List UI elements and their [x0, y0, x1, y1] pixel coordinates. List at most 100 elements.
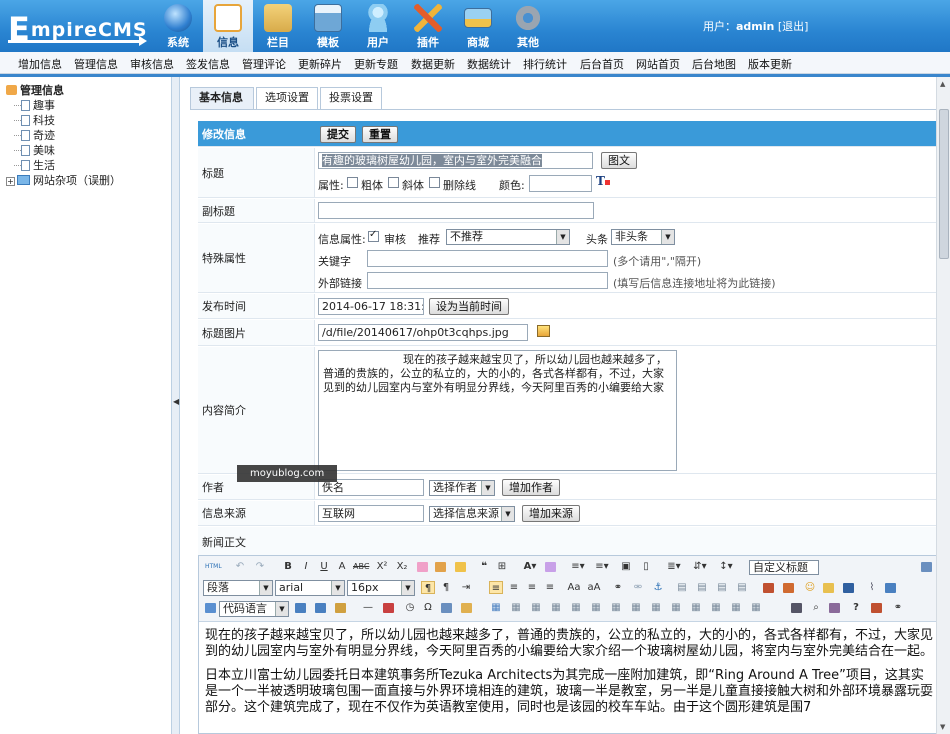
- submit-button[interactable]: 提交: [320, 126, 356, 143]
- audit-checkbox[interactable]: [368, 229, 379, 242]
- redo-icon[interactable]: ↷: [253, 560, 267, 573]
- tree-item[interactable]: 生活: [6, 158, 121, 173]
- underline-icon[interactable]: U: [317, 560, 331, 573]
- template-icon[interactable]: [295, 603, 306, 613]
- subnav-item[interactable]: 签发信息: [186, 56, 230, 72]
- split-cells-icon[interactable]: ▦: [689, 601, 703, 614]
- blockquote-icon[interactable]: ❝: [477, 560, 491, 573]
- vertical-scrollbar[interactable]: ▲ ▼: [936, 77, 950, 734]
- strike-checkbox[interactable]: [429, 177, 440, 188]
- align-left-icon[interactable]: ≡: [489, 581, 503, 594]
- bold-icon[interactable]: B: [281, 560, 295, 573]
- table-props-icon[interactable]: ▦: [749, 601, 763, 614]
- line-height-icon[interactable]: ↕▾: [719, 560, 733, 573]
- superscript-icon[interactable]: X²: [375, 560, 389, 573]
- split-cols-icon[interactable]: ▦: [729, 601, 743, 614]
- subnav-item[interactable]: 后台首页: [580, 56, 624, 72]
- pic-input[interactable]: /d/file/20140617/ohp0t3cqhps.jpg: [318, 324, 528, 341]
- scroll-up-icon[interactable]: ▲: [940, 80, 945, 88]
- author-select[interactable]: 选择作者 ▼: [429, 480, 495, 496]
- tree-item[interactable]: 奇迹: [6, 128, 121, 143]
- scroll-thumb[interactable]: [939, 109, 949, 259]
- insert-col-icon[interactable]: ▦: [589, 601, 603, 614]
- help-icon[interactable]: ?: [849, 601, 863, 614]
- tab-basic[interactable]: 基本信息: [190, 87, 254, 109]
- expand-icon[interactable]: +: [6, 177, 15, 186]
- tab-vote[interactable]: 投票设置: [320, 87, 382, 109]
- multi-image-icon[interactable]: [783, 583, 794, 593]
- set-current-time-button[interactable]: 设为当前时间: [429, 298, 509, 315]
- title-input[interactable]: 有趣的玻璃树屋幼儿园，室内与室外完美融合: [318, 152, 593, 169]
- panel-splitter[interactable]: ◀: [172, 77, 180, 734]
- background-color-icon[interactable]: [545, 562, 556, 572]
- merge-cells-icon[interactable]: ▦: [629, 601, 643, 614]
- paragraph-spacing-icon[interactable]: ≣▾: [667, 560, 681, 573]
- nav-shop[interactable]: 商城: [453, 0, 503, 52]
- insert-row-icon[interactable]: ▦: [549, 601, 563, 614]
- subnav-item[interactable]: 数据统计: [467, 56, 511, 72]
- intro-textarea[interactable]: 现在的孩子越来越宝贝了，所以幼儿园也越来越多了，普通的贵族的，公立的私立的，大的…: [318, 350, 677, 471]
- source-select[interactable]: 选择信息来源 ▼: [429, 506, 515, 522]
- preview-icon[interactable]: ⌕: [809, 601, 823, 614]
- nav-user[interactable]: 用户: [353, 0, 403, 52]
- italic-checkbox[interactable]: [388, 177, 399, 188]
- horizontal-rule-icon[interactable]: —: [361, 601, 375, 614]
- link-icon[interactable]: ⚭: [611, 581, 625, 594]
- font-color-icon[interactable]: A▾: [523, 560, 537, 573]
- paste-text-icon[interactable]: ⊞: [495, 560, 509, 573]
- ltr-icon[interactable]: ¶: [421, 581, 435, 594]
- tree-root[interactable]: 管理信息: [6, 83, 121, 98]
- drafts-icon[interactable]: [829, 603, 840, 613]
- font-family-select[interactable]: arial ▼: [275, 580, 345, 596]
- font-size-select[interactable]: 16px ▼: [347, 580, 415, 596]
- image-center-icon[interactable]: ▤: [735, 581, 749, 594]
- tree-item[interactable]: 美味: [6, 143, 121, 158]
- subscript-icon[interactable]: X₂: [395, 560, 409, 573]
- merge-down-icon[interactable]: ▦: [669, 601, 683, 614]
- to-uppercase-icon[interactable]: Aa: [567, 581, 581, 594]
- color-input[interactable]: [529, 175, 592, 192]
- to-lowercase-icon[interactable]: aA: [587, 581, 601, 594]
- subnav-item[interactable]: 网站首页: [636, 56, 680, 72]
- link-input[interactable]: [367, 272, 608, 289]
- snapscreen-icon[interactable]: [871, 603, 882, 613]
- headline-select[interactable]: 非头条 ▼: [611, 229, 675, 245]
- unlink-icon[interactable]: ⚮: [631, 581, 645, 594]
- font-border-icon[interactable]: A: [335, 560, 349, 573]
- keyword-input[interactable]: [367, 250, 608, 267]
- code-icon[interactable]: [205, 603, 216, 613]
- nav-other[interactable]: 其他: [503, 0, 553, 52]
- clear-doc-icon[interactable]: ▯: [639, 560, 653, 573]
- recommend-select[interactable]: 不推荐 ▼: [446, 229, 570, 245]
- nav-template[interactable]: 模板: [303, 0, 353, 52]
- add-author-button[interactable]: 增加作者: [502, 479, 560, 496]
- nav-column[interactable]: 栏目: [253, 0, 303, 52]
- page-break-icon[interactable]: [441, 603, 452, 613]
- subnav-item[interactable]: 增加信息: [18, 56, 62, 72]
- undo-icon[interactable]: ↶: [233, 560, 247, 573]
- auto-format-icon[interactable]: [455, 562, 466, 572]
- color-picker-icon[interactable]: T: [596, 174, 610, 188]
- subnav-item[interactable]: 管理评论: [242, 56, 286, 72]
- background-icon[interactable]: [315, 603, 326, 613]
- time-icon[interactable]: ◷: [403, 601, 417, 614]
- italic-icon[interactable]: I: [299, 560, 313, 573]
- eraser-icon[interactable]: [417, 562, 428, 572]
- custom-title-select[interactable]: 自定义标题: [749, 560, 819, 575]
- video-icon[interactable]: [843, 583, 854, 593]
- search-replace-icon[interactable]: [461, 603, 472, 613]
- align-right-icon[interactable]: ≡: [525, 581, 539, 594]
- tab-options[interactable]: 选项设置: [256, 87, 318, 109]
- subnav-item[interactable]: 排行统计: [523, 56, 567, 72]
- insert-image-icon[interactable]: [763, 583, 774, 593]
- image-right-icon[interactable]: ▤: [715, 581, 729, 594]
- anchor-icon[interactable]: ⚓: [651, 581, 665, 594]
- subtitle-input[interactable]: [318, 202, 594, 219]
- date-icon[interactable]: [383, 603, 394, 613]
- emoticon-icon[interactable]: ☺: [803, 581, 817, 594]
- delete-row-icon[interactable]: ▦: [569, 601, 583, 614]
- image-select-icon[interactable]: [537, 325, 550, 337]
- align-justify-icon[interactable]: ≡: [543, 581, 557, 594]
- reset-button[interactable]: 重置: [362, 126, 398, 143]
- select-all-icon[interactable]: ▣: [619, 560, 633, 573]
